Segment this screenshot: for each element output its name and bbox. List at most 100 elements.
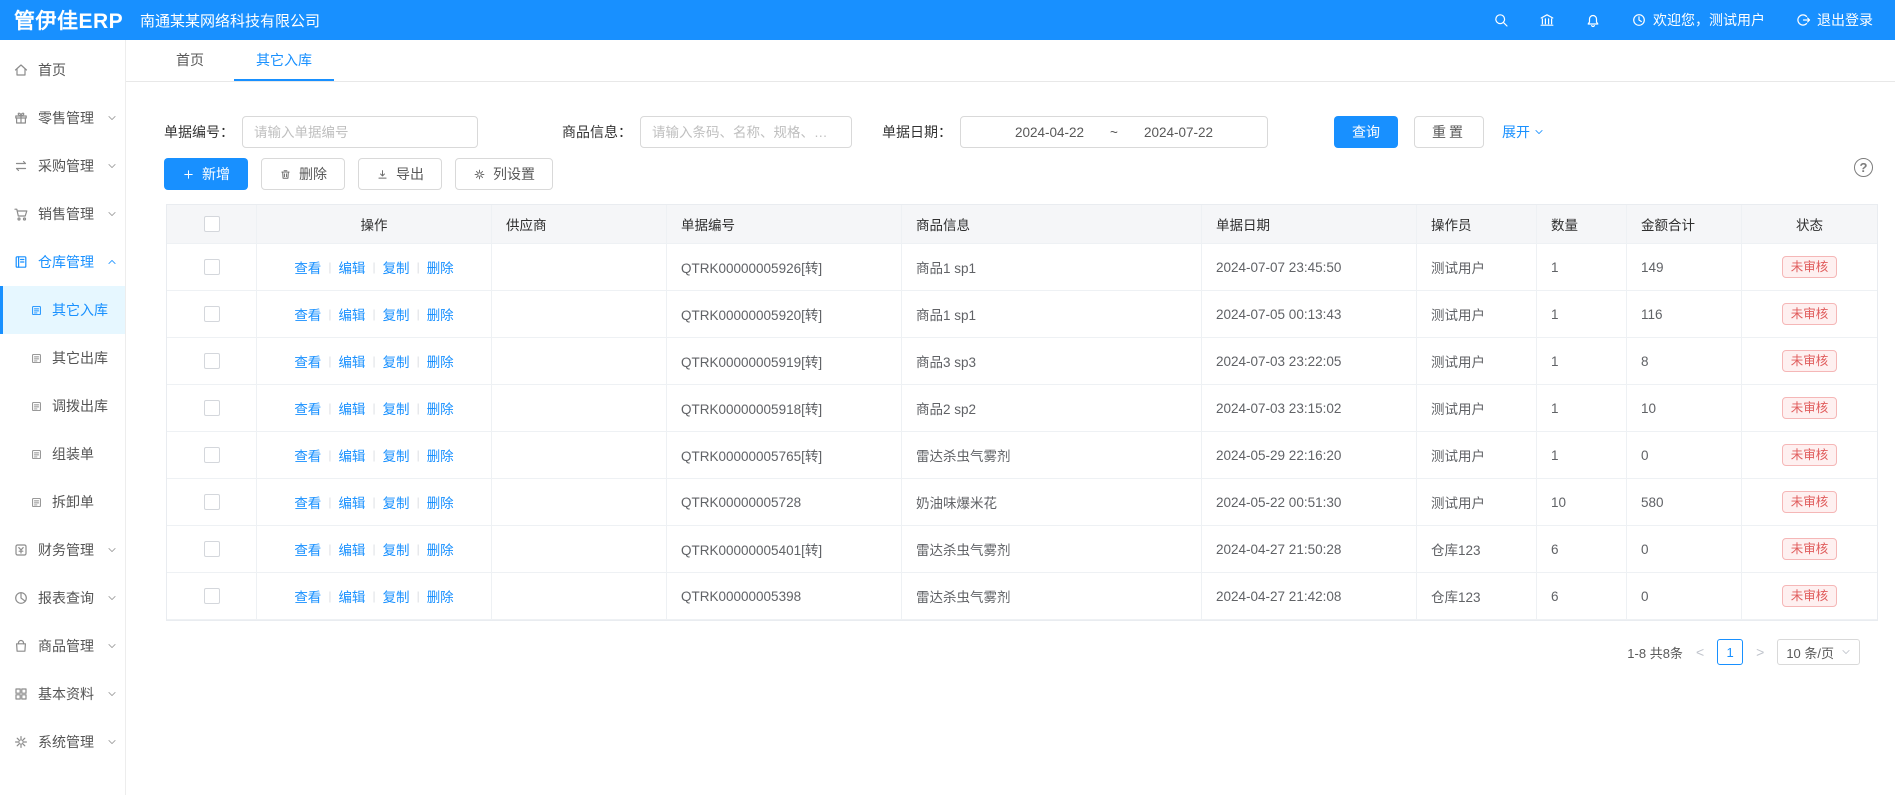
sidebar-item-首页[interactable]: 首页 — [0, 46, 125, 94]
cell-goods-info: 商品1 sp1 — [902, 244, 1202, 290]
row-checkbox[interactable] — [204, 400, 220, 416]
prev-page-button[interactable]: < — [1694, 644, 1706, 660]
sidebar-item-商品管理[interactable]: 商品管理 — [0, 622, 125, 670]
row-checkbox[interactable] — [204, 259, 220, 275]
action-delete-link[interactable]: 删除 — [427, 492, 454, 512]
action-view-link[interactable]: 查看 — [294, 492, 321, 512]
action-copy-link[interactable]: 复制 — [383, 304, 410, 324]
sidebar-item-其它入库[interactable]: 其它入库 — [0, 286, 125, 334]
action-edit-link[interactable]: 编辑 — [338, 257, 365, 277]
header-checkbox-cell — [167, 205, 257, 243]
cell-goods-info: 商品3 sp3 — [902, 338, 1202, 384]
sidebar-item-label: 财务管理 — [38, 540, 94, 560]
export-button[interactable]: 导出 — [358, 158, 442, 190]
action-copy-link[interactable]: 复制 — [383, 539, 410, 559]
action-copy-link[interactable]: 复制 — [383, 492, 410, 512]
action-edit-link[interactable]: 编辑 — [338, 492, 365, 512]
add-button[interactable]: 新增 — [164, 158, 248, 190]
sidebar-item-零售管理[interactable]: 零售管理 — [0, 94, 125, 142]
cell-bill-no: QTRK00000005765[转] — [667, 432, 902, 478]
action-copy-link[interactable]: 复制 — [383, 586, 410, 606]
sidebar-item-拆卸单[interactable]: 拆卸单 — [0, 478, 125, 526]
bill-no-input[interactable] — [242, 116, 478, 148]
sidebar-item-系统管理[interactable]: 系统管理 — [0, 718, 125, 766]
action-delete-link[interactable]: 删除 — [427, 586, 454, 606]
date-to[interactable]: 2024-07-22 — [1144, 125, 1213, 140]
date-from[interactable]: 2024-04-22 — [1015, 125, 1084, 140]
action-view-link[interactable]: 查看 — [294, 351, 321, 371]
trash-icon — [279, 168, 292, 181]
sidebar-item-采购管理[interactable]: 采购管理 — [0, 142, 125, 190]
action-copy-link[interactable]: 复制 — [383, 257, 410, 277]
row-checkbox-cell — [167, 479, 257, 525]
sidebar-item-基本资料[interactable]: 基本资料 — [0, 670, 125, 718]
tab-home[interactable]: 首页 — [154, 40, 226, 81]
sidebar-item-label: 其它入库 — [52, 300, 108, 320]
action-copy-link[interactable]: 复制 — [383, 445, 410, 465]
column-settings-button[interactable]: 列设置 — [455, 158, 553, 190]
help-icon[interactable]: ? — [1854, 158, 1873, 177]
sidebar-item-财务管理[interactable]: 财务管理 — [0, 526, 125, 574]
action-delete-link[interactable]: 删除 — [427, 257, 454, 277]
search-icon[interactable] — [1493, 12, 1509, 28]
delete-button[interactable]: 删除 — [261, 158, 345, 190]
action-copy-link[interactable]: 复制 — [383, 351, 410, 371]
status-badge: 未审核 — [1782, 585, 1838, 608]
action-view-link[interactable]: 查看 — [294, 445, 321, 465]
sidebar-item-调拨出库[interactable]: 调拨出库 — [0, 382, 125, 430]
action-view-link[interactable]: 查看 — [294, 257, 321, 277]
expand-link[interactable]: 展开 — [1502, 122, 1544, 142]
row-checkbox[interactable] — [204, 353, 220, 369]
cell-amount: 116 — [1627, 291, 1742, 337]
action-view-link[interactable]: 查看 — [294, 586, 321, 606]
row-checkbox[interactable] — [204, 541, 220, 557]
row-checkbox-cell — [167, 573, 257, 619]
action-edit-link[interactable]: 编辑 — [338, 445, 365, 465]
action-delete-link[interactable]: 删除 — [427, 398, 454, 418]
welcome-user[interactable]: 欢迎您，测试用户 — [1631, 10, 1765, 30]
bell-icon[interactable] — [1585, 12, 1601, 28]
row-checkbox[interactable] — [204, 447, 220, 463]
logout-button[interactable]: 退出登录 — [1795, 10, 1873, 30]
current-page-button[interactable]: 1 — [1717, 639, 1743, 665]
action-view-link[interactable]: 查看 — [294, 539, 321, 559]
next-page-button[interactable]: > — [1754, 644, 1766, 660]
action-view-link[interactable]: 查看 — [294, 398, 321, 418]
sidebar-item-其它出库[interactable]: 其它出库 — [0, 334, 125, 382]
goods-info-input[interactable] — [640, 116, 852, 148]
row-checkbox[interactable] — [204, 306, 220, 322]
action-edit-link[interactable]: 编辑 — [338, 304, 365, 324]
row-actions: 查看|编辑|复制|删除 — [257, 244, 492, 290]
action-edit-link[interactable]: 编辑 — [338, 398, 365, 418]
table-row: 查看|编辑|复制|删除QTRK00000005926[转]商品1 sp12024… — [167, 244, 1877, 291]
select-all-checkbox[interactable] — [204, 216, 220, 232]
search-button[interactable]: 查询 — [1334, 116, 1398, 148]
row-checkbox-cell — [167, 432, 257, 478]
action-delete-link[interactable]: 删除 — [427, 351, 454, 371]
chevron-down-icon — [107, 209, 117, 219]
action-edit-link[interactable]: 编辑 — [338, 586, 365, 606]
action-separator: | — [328, 589, 331, 603]
action-delete-link[interactable]: 删除 — [427, 304, 454, 324]
page-size-select[interactable]: 10 条/页 — [1777, 639, 1860, 665]
action-delete-link[interactable]: 删除 — [427, 445, 454, 465]
action-separator: | — [328, 307, 331, 321]
row-checkbox[interactable] — [204, 588, 220, 604]
action-separator: | — [328, 448, 331, 462]
action-delete-link[interactable]: 删除 — [427, 539, 454, 559]
cell-bill-date: 2024-04-27 21:50:28 — [1202, 526, 1417, 572]
action-copy-link[interactable]: 复制 — [383, 398, 410, 418]
sidebar-item-报表查询[interactable]: 报表查询 — [0, 574, 125, 622]
bank-icon[interactable] — [1539, 12, 1555, 28]
sidebar-item-销售管理[interactable]: 销售管理 — [0, 190, 125, 238]
reset-button[interactable]: 重置 — [1414, 116, 1484, 148]
cell-status: 未审核 — [1742, 526, 1877, 572]
tab-other-inbound[interactable]: 其它入库 — [234, 40, 334, 81]
date-range-picker[interactable]: 2024-04-22 ~ 2024-07-22 — [960, 116, 1268, 148]
sidebar-item-组装单[interactable]: 组装单 — [0, 430, 125, 478]
action-edit-link[interactable]: 编辑 — [338, 351, 365, 371]
sidebar-item-仓库管理[interactable]: 仓库管理 — [0, 238, 125, 286]
action-view-link[interactable]: 查看 — [294, 304, 321, 324]
row-checkbox[interactable] — [204, 494, 220, 510]
action-edit-link[interactable]: 编辑 — [338, 539, 365, 559]
